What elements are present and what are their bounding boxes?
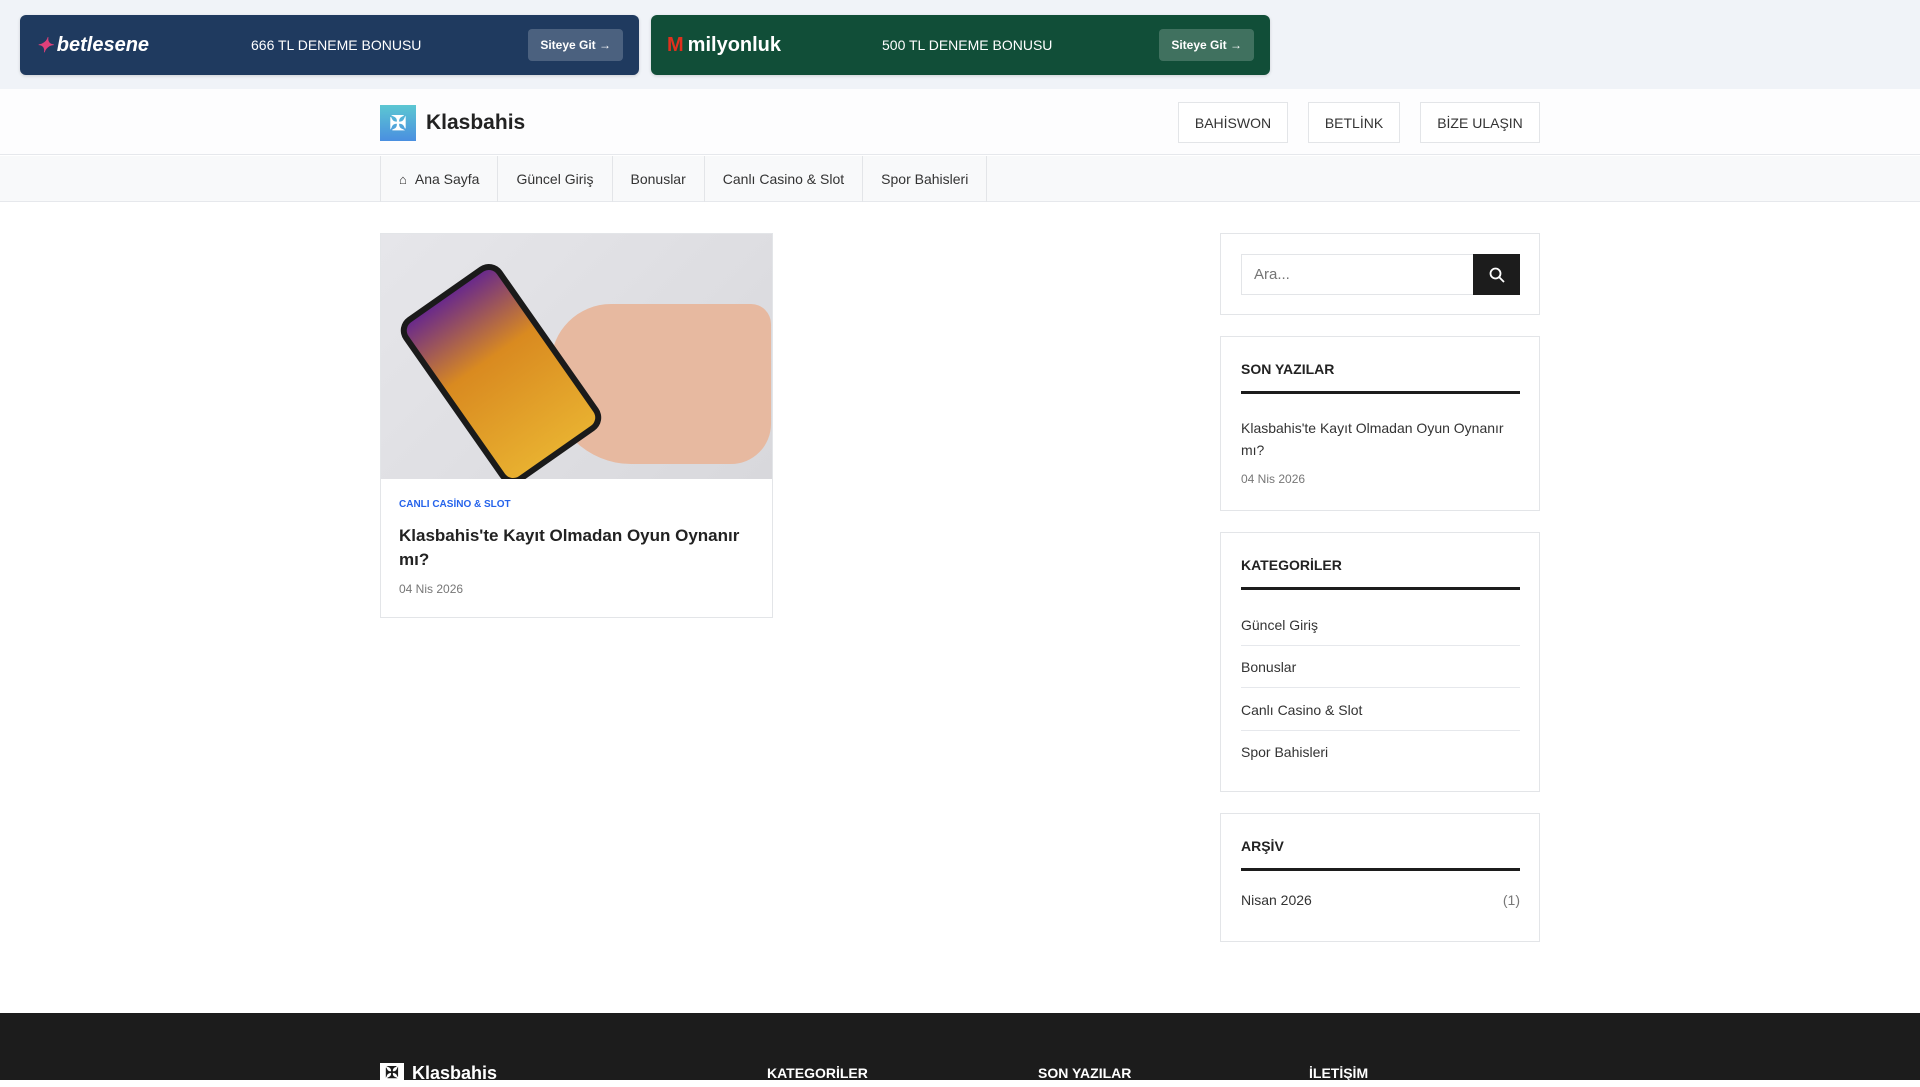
promo-text: 666 TL DENEME BONUSU: [251, 37, 422, 53]
nav-item-bonuslar[interactable]: Bonuslar: [613, 156, 705, 202]
widget-title: KATEGORİLER: [1241, 557, 1520, 590]
promo-banner-betlesene[interactable]: ✦ betlesene 666 TL DENEME BONUSU Siteye G…: [20, 15, 639, 75]
header-button-contact[interactable]: BİZE ULAŞIN: [1420, 102, 1540, 143]
betlesene-logo: ✦ betlesene: [36, 33, 150, 57]
search-input[interactable]: [1241, 254, 1474, 295]
visit-site-button[interactable]: Siteye Git →: [528, 29, 623, 61]
widget-title: ARŞİV: [1241, 838, 1520, 871]
footer-brand: ✠ Klasbahis: [380, 1063, 497, 1087]
nav-item-spor-bahisleri[interactable]: Spor Bahisleri: [863, 156, 988, 202]
site-name: Klasbahis: [426, 111, 526, 134]
site-logo-icon: ✠: [380, 105, 416, 141]
nav-item-guncel-giris[interactable]: Güncel Giriş: [498, 156, 613, 202]
post-category[interactable]: CANLI CASİNO & SLOT: [399, 499, 511, 510]
nav-item-home[interactable]: ⌂ Ana Sayfa: [381, 156, 499, 202]
header-button-bahiswon[interactable]: BAHİSWON: [1178, 102, 1288, 143]
footer-heading-contact: İLETİŞİM: [1309, 1065, 1369, 1081]
post-card[interactable]: CANLI CASİNO & SLOT Klasbahis'te Kayıt O…: [380, 233, 773, 618]
archive-label[interactable]: Nisan 2026: [1241, 892, 1312, 908]
visit-site-button[interactable]: Siteye Git →: [1159, 29, 1254, 61]
footer-heading-recent: SON YAZILAR: [1038, 1065, 1132, 1081]
site-footer: ✠ Klasbahis KATEGORİLER SON YAZILAR İLET…: [0, 1013, 1920, 1087]
recent-post-link[interactable]: Klasbahis'te Kayıt Olmadan Oyun Oynanır …: [1241, 417, 1520, 461]
post-thumbnail[interactable]: [381, 234, 772, 479]
hand-shape: [551, 304, 771, 464]
post-date: 04 Nis 2026: [399, 582, 464, 596]
footer-heading-categories: KATEGORİLER: [767, 1065, 868, 1081]
category-link[interactable]: Güncel Giriş: [1241, 604, 1520, 646]
archive-widget: ARŞİV Nisan 2026 (1): [1220, 813, 1540, 942]
widget-title: SON YAZILAR: [1241, 361, 1520, 394]
recent-post-date: 04 Nis 2026: [1241, 472, 1306, 486]
home-icon: ⌂: [399, 171, 407, 187]
promo-bar: ✦ betlesene 666 TL DENEME BONUSU Siteye G…: [0, 0, 1920, 89]
search-button[interactable]: [1473, 254, 1520, 295]
category-link[interactable]: Canlı Casino & Slot: [1241, 689, 1520, 731]
nav-item-canli-casino[interactable]: Canlı Casino & Slot: [705, 156, 864, 202]
search-widget: [1220, 233, 1540, 315]
promo-text: 500 TL DENEME BONUSU: [882, 37, 1053, 53]
search-icon: [1489, 267, 1505, 283]
milyonluk-logo: Mmilyonluk: [667, 33, 782, 56]
promo-banner-milyonluk[interactable]: Mmilyonluk 500 TL DENEME BONUSU Siteye G…: [651, 15, 1270, 75]
archive-item[interactable]: Nisan 2026 (1): [1241, 892, 1520, 908]
category-link[interactable]: Spor Bahisleri: [1241, 731, 1520, 773]
footer-logo-icon: ✠: [380, 1063, 404, 1087]
recent-posts-widget: SON YAZILAR Klasbahis'te Kayıt Olmadan O…: [1220, 336, 1540, 511]
main-nav: ⌂ Ana Sayfa Güncel Giriş Bonuslar Canlı C…: [0, 156, 1920, 202]
site-header: ✠ Klasbahis BAHİSWON BETLİNK BİZE ULAŞIN: [0, 89, 1920, 155]
category-link[interactable]: Bonuslar: [1241, 646, 1520, 688]
header-button-betlink[interactable]: BETLİNK: [1308, 102, 1400, 143]
categories-widget: KATEGORİLER Güncel Giriş Bonuslar Canlı …: [1220, 532, 1540, 792]
site-logo-link[interactable]: ✠ Klasbahis: [380, 105, 525, 141]
post-title[interactable]: Klasbahis'te Kayıt Olmadan Oyun Oynanır …: [399, 524, 759, 572]
archive-count: (1): [1502, 892, 1520, 908]
